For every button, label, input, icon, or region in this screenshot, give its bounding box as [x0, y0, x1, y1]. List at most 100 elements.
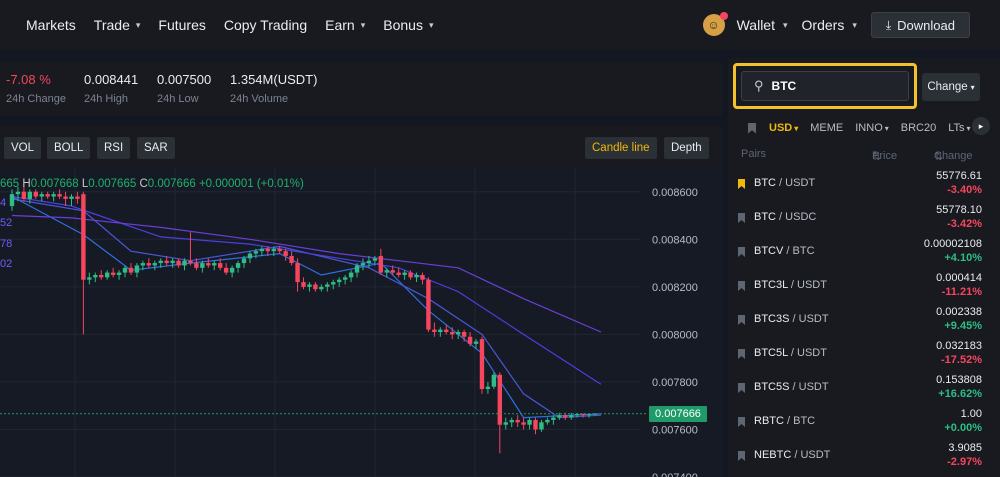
chart-area[interactable]: 0.008600 0.008400 0.008200 0.008000 0.007800…: [0, 168, 722, 477]
moving-average-line: [11, 198, 601, 419]
stat-24h-volume: 1.354M(USDT) 24h Volume: [230, 72, 317, 105]
search-icon: ⚲: [754, 78, 764, 93]
quote-tab-usd[interactable]: USD ▾: [769, 122, 798, 134]
pair-quote: BTC: [792, 245, 815, 257]
stat-24h-high: 0.008441 24h High: [84, 72, 138, 105]
indicator-sar-button[interactable]: SAR: [137, 137, 175, 159]
candle-body: [158, 260, 163, 264]
pair-base: BTC5S: [754, 381, 790, 393]
candle-body: [206, 263, 211, 266]
quote-tab-meme[interactable]: MEME: [810, 122, 843, 134]
ohlc-high-key: H: [22, 178, 31, 190]
indicator-boll-button[interactable]: BOLL: [47, 137, 91, 159]
pair-quote: USDC: [785, 211, 817, 223]
nav-item-bonus[interactable]: Bonus ▾: [383, 17, 433, 33]
market-row[interactable]: BTC5S / USDT 0.153808 +16.62%: [728, 370, 1000, 404]
avatar[interactable]: ☺: [702, 12, 728, 36]
candle-body: [21, 191, 27, 199]
indicator-vol-button[interactable]: VOL: [4, 137, 42, 159]
nav-item-label: Earn: [325, 17, 355, 33]
stat-value: 1.354M(USDT): [230, 72, 318, 87]
chevron-right-icon[interactable]: ▸: [972, 117, 990, 135]
candle-body: [438, 329, 443, 333]
pair-separator: /: [787, 347, 797, 359]
candle-body: [265, 248, 271, 252]
market-row[interactable]: BTC5L / USDT 0.032183 -17.52%: [728, 336, 1000, 370]
bookmark-icon[interactable]: [748, 122, 756, 134]
pair-search[interactable]: ⚲: [741, 71, 909, 101]
bookmark-icon[interactable]: [738, 247, 745, 257]
pair-name: NEBTC / USDT: [754, 449, 830, 461]
pair-change: -11.21%: [941, 286, 982, 298]
quote-tab-label: BRC20: [900, 122, 937, 134]
nav-item-label: Markets: [26, 17, 76, 33]
ohlc-open: 665: [0, 178, 20, 190]
chevron-down-icon: ▾: [783, 19, 788, 30]
nav-item-label: Bonus: [383, 17, 423, 33]
stat-24h-low: 0.007500 24h Low: [157, 72, 211, 105]
candle-body: [57, 194, 62, 197]
pair-base: RBTC: [754, 415, 784, 427]
header-pairs[interactable]: Pairs: [741, 148, 766, 160]
bookmark-icon[interactable]: [738, 417, 745, 427]
pair-separator: /: [783, 245, 793, 257]
bookmark-icon[interactable]: [738, 179, 745, 189]
candle-body: [485, 386, 491, 390]
wallet-menu[interactable]: Wallet ▾: [737, 17, 788, 33]
bookmark-icon[interactable]: [738, 451, 745, 461]
market-row[interactable]: BTC3L / USDT 0.000414 -11.21%: [728, 268, 1000, 302]
quote-tab-lts[interactable]: LTs ▾: [948, 122, 970, 134]
bookmark-icon[interactable]: [738, 315, 745, 325]
ohlc-low: 0.007665: [88, 178, 137, 190]
market-row[interactable]: BTC3S / USDT 0.002338 +9.45%: [728, 302, 1000, 336]
pair-base: BTC5L: [754, 347, 788, 359]
candle-body: [509, 419, 514, 423]
market-row[interactable]: BTC / USDC 55778.10 -3.42%: [728, 200, 1000, 234]
depth-button[interactable]: Depth: [664, 137, 709, 159]
candle-body: [569, 415, 574, 418]
pair-name: BTC3S / USDT: [754, 313, 829, 325]
candle-body: [33, 191, 38, 197]
search-input[interactable]: [771, 79, 872, 93]
nav-item-copy-trading[interactable]: Copy Trading: [224, 17, 307, 33]
quote-tab-brc20[interactable]: BRC20: [901, 122, 936, 134]
bookmark-icon[interactable]: [738, 383, 745, 393]
quote-tab-label: LTs: [948, 122, 965, 134]
pair-base: NEBTC: [754, 449, 792, 461]
nav-item-trade[interactable]: Trade ▾: [94, 17, 141, 33]
candle-body: [348, 272, 354, 278]
download-icon: ⤓: [885, 17, 892, 32]
nav-item-futures[interactable]: Futures: [158, 17, 205, 33]
candle-body: [259, 248, 265, 252]
market-row[interactable]: NEBTC / USDT 3.9085 -2.97%: [728, 438, 1000, 472]
candle-body: [539, 422, 544, 430]
pair-quote: BTC: [793, 415, 816, 427]
sort-icon: ⇅: [872, 151, 882, 163]
candle-body: [336, 279, 342, 283]
ohlc-close: 0.007666: [147, 178, 196, 190]
orders-menu[interactable]: Orders ▾: [802, 17, 857, 33]
bookmark-icon[interactable]: [738, 349, 745, 359]
bookmark-icon[interactable]: [738, 281, 745, 291]
candle-body: [188, 260, 193, 264]
market-row[interactable]: BTCV / BTC 0.00002108 +4.10%: [728, 234, 1000, 268]
market-row[interactable]: RBTC / BTC 1.00 +0.00%: [728, 404, 1000, 438]
pair-name: BTC5S / USDT: [754, 381, 829, 393]
candle-body: [420, 274, 425, 280]
pair-name: BTC5L / USDT: [754, 347, 827, 359]
nav-item-earn[interactable]: Earn ▾: [325, 17, 365, 33]
bookmark-icon[interactable]: [738, 213, 745, 223]
pair-change: -17.52%: [941, 354, 982, 366]
download-button[interactable]: ⤓ Download: [870, 12, 970, 38]
nav-right: ☺ Wallet ▾ Orders ▾ ⤓ Download: [702, 0, 1000, 50]
candlestick-chart[interactable]: 0.008600 0.008400 0.008200 0.008000 0.007800…: [0, 168, 722, 477]
candle-body: [551, 417, 556, 420]
candle-body: [521, 422, 526, 425]
market-row[interactable]: BTC / USDT 55776.61 -3.40%: [728, 166, 1000, 200]
nav-item-markets[interactable]: Markets: [26, 17, 76, 33]
change-sort-dropdown[interactable]: Change ▾: [922, 73, 980, 101]
quote-tab-inno[interactable]: INNO ▾: [855, 122, 889, 134]
candle-line-button[interactable]: Candle line: [585, 137, 657, 159]
indicator-rsi-button[interactable]: RSI: [97, 137, 131, 159]
pair-quote: USDT: [798, 313, 829, 325]
